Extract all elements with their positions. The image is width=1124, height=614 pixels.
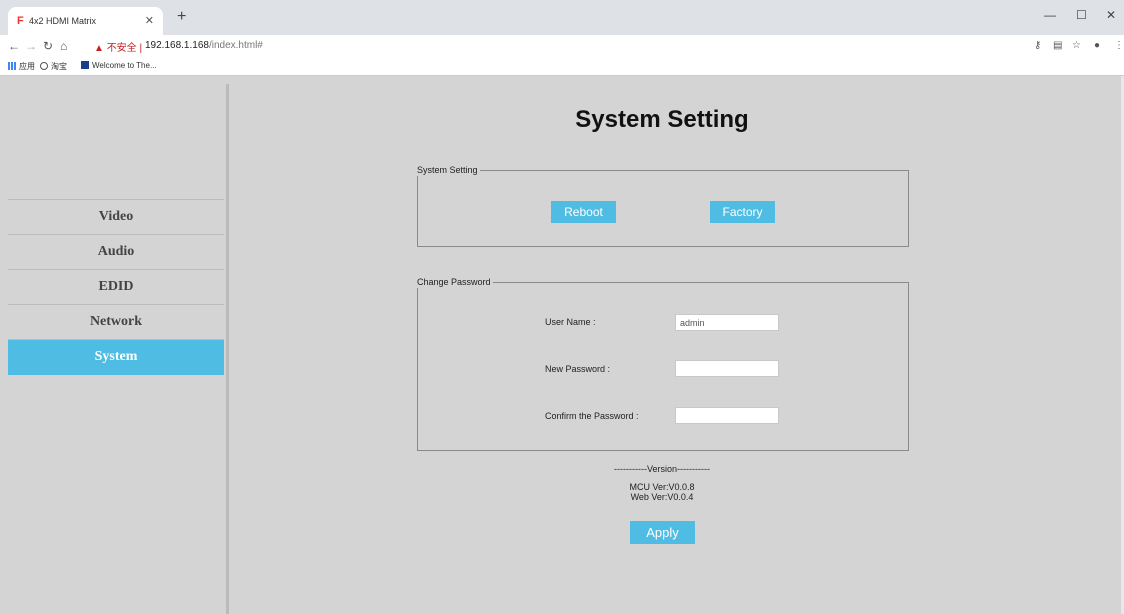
home-icon[interactable]: ⌂ xyxy=(60,39,67,53)
menu-icon[interactable]: ⋮ xyxy=(1114,40,1124,51)
apps-icon xyxy=(8,62,16,70)
minimize-icon[interactable]: — xyxy=(1044,8,1056,22)
translate-icon[interactable]: ▤ xyxy=(1053,40,1062,51)
sidebar-item-video[interactable]: Video xyxy=(8,199,224,234)
sidebar-divider xyxy=(226,84,229,614)
bookmark-label: Welcome to The... xyxy=(92,61,157,70)
confirm-password-input[interactable] xyxy=(675,407,779,424)
apply-button[interactable]: Apply xyxy=(630,521,695,544)
favicon-icon: F xyxy=(17,15,24,27)
browser-tabstrip: F 4x2 HDMI Matrix ✕ + — ☐ ✕ xyxy=(0,0,1124,35)
page-title: System Setting xyxy=(575,106,749,133)
change-password-legend: Change Password xyxy=(417,277,493,288)
key-icon[interactable]: ⚷ xyxy=(1034,40,1041,51)
new-password-input[interactable] xyxy=(675,360,779,377)
page-content: Video Audio EDID Network System System S… xyxy=(0,76,1124,614)
tab-title: 4x2 HDMI Matrix xyxy=(29,16,97,26)
sidebar-item-network[interactable]: Network xyxy=(8,304,224,339)
change-password-group: Change Password xyxy=(417,277,909,451)
back-icon[interactable]: ← xyxy=(8,39,20,53)
sidebar: Video Audio EDID Network System xyxy=(8,199,224,375)
bookmark-taobao[interactable]: 淘宝 xyxy=(40,61,67,72)
bookmark-label: 淘宝 xyxy=(51,62,67,71)
new-tab-button[interactable]: + xyxy=(177,8,186,26)
security-warning-label: 不安全 xyxy=(106,43,137,54)
forward-icon[interactable]: → xyxy=(25,39,37,53)
new-password-label: New Password : xyxy=(545,364,611,374)
sidebar-item-system[interactable]: System xyxy=(8,339,224,375)
bookmark-apps[interactable]: 应用 xyxy=(8,61,35,72)
tab-close-icon[interactable]: ✕ xyxy=(145,14,154,27)
username-label: User Name : xyxy=(545,317,596,327)
close-window-icon[interactable]: ✕ xyxy=(1106,8,1116,22)
profile-icon[interactable]: ● xyxy=(1094,40,1100,51)
confirm-password-label: Confirm the Password : xyxy=(545,411,639,421)
url-host: 192.168.1.168 xyxy=(145,40,209,51)
browser-tab[interactable]: F 4x2 HDMI Matrix ✕ xyxy=(8,7,163,35)
reload-icon[interactable]: ↻ xyxy=(43,39,53,53)
bookmark-label: 应用 xyxy=(19,62,35,71)
factory-button[interactable]: Factory xyxy=(710,201,775,223)
site-icon xyxy=(81,61,89,69)
system-setting-legend: System Setting xyxy=(417,165,480,176)
sidebar-item-edid[interactable]: EDID xyxy=(8,269,224,304)
sidebar-item-audio[interactable]: Audio xyxy=(8,234,224,269)
star-icon[interactable]: ☆ xyxy=(1072,40,1081,51)
bookmark-welcome[interactable]: Welcome to The... xyxy=(81,61,157,70)
maximize-icon[interactable]: ☐ xyxy=(1076,8,1087,22)
bookmarks-bar: 应用 淘宝 Welcome to The... xyxy=(0,58,1124,76)
address-bar[interactable]: 192.168.1.168/index.html# xyxy=(145,40,263,51)
browser-toolbar: ← → ↻ ⌂ ▲ 不安全 | 192.168.1.168/index.html… xyxy=(0,35,1124,58)
security-warning[interactable]: ▲ 不安全 | xyxy=(94,39,142,54)
mcu-version: MCU Ver:V0.0.8 xyxy=(629,482,695,492)
web-version: Web Ver:V0.0.4 xyxy=(630,492,694,502)
globe-icon xyxy=(40,62,48,70)
url-path: /index.html# xyxy=(208,40,263,51)
username-input[interactable] xyxy=(675,314,779,331)
system-setting-group: System Setting xyxy=(417,165,909,247)
reboot-button[interactable]: Reboot xyxy=(551,201,616,223)
version-header: -----------Version----------- xyxy=(614,464,710,474)
